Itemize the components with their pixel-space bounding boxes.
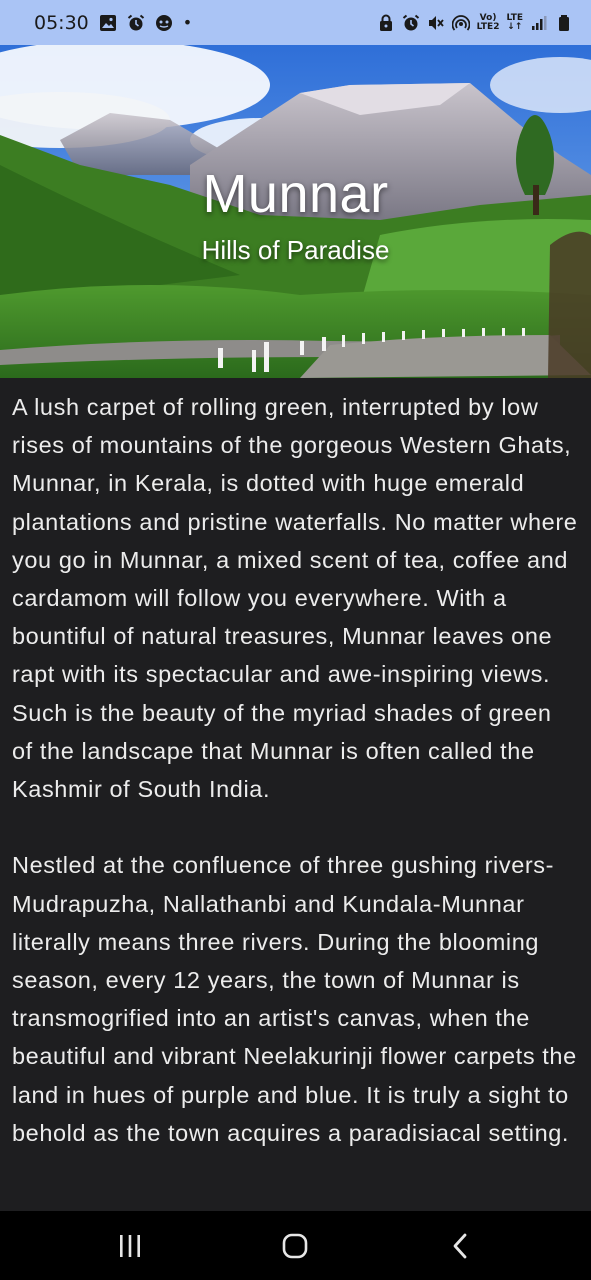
article-body[interactable]: A lush carpet of rolling green, interrup…: [0, 378, 591, 1211]
mute-icon: [428, 15, 444, 30]
back-icon: [453, 1233, 467, 1258]
hotspot-icon: [451, 14, 470, 31]
battery-icon: [559, 14, 569, 31]
alarm-icon: [402, 14, 419, 30]
lte-indicator: LTE ↓↑: [506, 13, 523, 32]
back-button[interactable]: [416, 1211, 506, 1280]
article-paragraph: Nestled at the confluence of three gushi…: [12, 852, 577, 1146]
lock-icon: [379, 14, 392, 31]
notification-dot: •: [182, 13, 193, 32]
sync-icon: [155, 14, 172, 31]
home-button[interactable]: [250, 1211, 340, 1280]
status-time: 05:30: [34, 11, 89, 34]
page-subtitle: Hills of Paradise: [201, 235, 390, 265]
alarm-icon: [127, 14, 144, 30]
data-arrows-icon: ↓↑: [507, 21, 523, 32]
gallery-icon: [99, 14, 116, 31]
system-nav-bar: [0, 1211, 591, 1280]
article-paragraph: A lush carpet of rolling green, interrup…: [12, 394, 578, 803]
hero-banner: Munnar Hills of Paradise: [0, 45, 591, 378]
page-title: Munnar: [202, 164, 389, 224]
home-icon: [282, 1233, 308, 1258]
recents-icon: [120, 1234, 140, 1257]
signal-icon: [532, 15, 547, 30]
volte-icon: Vo) LTE2: [476, 13, 500, 32]
status-bar: 05:30 • Vo) LTE2 LTE ↓↑: [0, 0, 591, 45]
recents-button[interactable]: [85, 1211, 175, 1280]
volte-label-bottom: LTE2: [476, 21, 500, 32]
